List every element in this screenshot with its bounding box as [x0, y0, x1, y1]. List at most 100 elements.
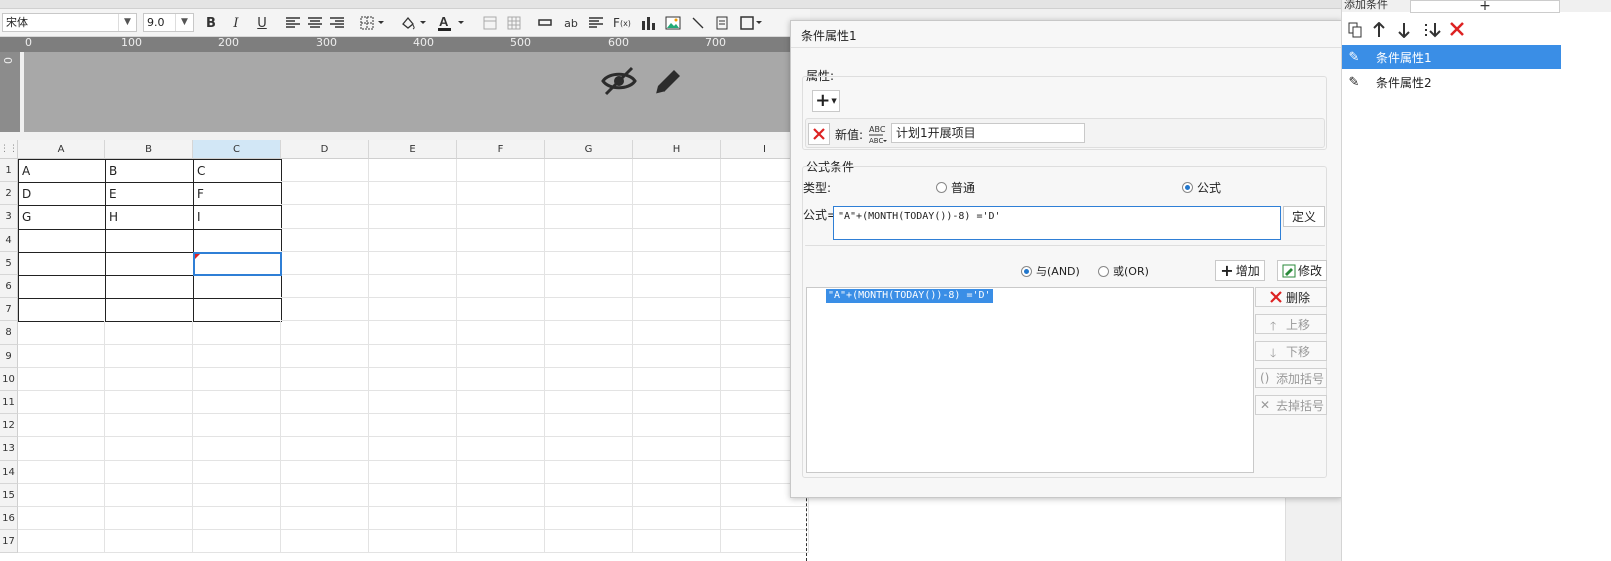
grid-cell[interactable] — [281, 367, 369, 391]
grid-cell[interactable] — [18, 530, 105, 554]
grid-cell[interactable] — [369, 344, 457, 368]
grid-cell[interactable] — [18, 414, 105, 438]
grid-cell[interactable] — [633, 530, 721, 554]
grid-cell[interactable] — [457, 321, 545, 345]
grid-cell[interactable] — [369, 298, 457, 322]
grid-cell[interactable] — [281, 483, 369, 507]
move-bottom-icon[interactable] — [1424, 22, 1442, 42]
grid-cell[interactable] — [545, 483, 633, 507]
grid-cell[interactable] — [18, 321, 105, 345]
grid-cell[interactable] — [545, 159, 633, 183]
grid-cell[interactable] — [633, 275, 721, 299]
grid-cell[interactable] — [281, 182, 369, 206]
grid-cell[interactable] — [457, 275, 545, 299]
grid-cell[interactable] — [105, 321, 193, 345]
new-value-input[interactable]: 计划1开展项目 — [891, 123, 1085, 143]
grid-cell[interactable] — [105, 391, 193, 415]
arrow-up-icon[interactable] — [1373, 21, 1385, 42]
pencil-icon[interactable] — [652, 66, 684, 101]
condition-item[interactable]: ✎ 条件属性1 — [1342, 45, 1561, 69]
condition-list-item[interactable]: "A"+(MONTH(TODAY())-8) ='D' — [826, 289, 993, 303]
row-header[interactable]: 12 — [0, 414, 18, 438]
row-header[interactable]: 5 — [0, 251, 18, 275]
grid-cell[interactable] — [457, 391, 545, 415]
grid-cell[interactable] — [281, 159, 369, 183]
column-header[interactable]: D — [281, 140, 369, 159]
grid-cell[interactable]: D — [18, 182, 106, 207]
grid-cell[interactable] — [633, 367, 721, 391]
grid-cell[interactable] — [457, 437, 545, 461]
add-condition-tab[interactable]: + — [1410, 0, 1560, 13]
grid-cell[interactable] — [105, 437, 193, 461]
grid-cell[interactable] — [457, 367, 545, 391]
grid-cell[interactable] — [633, 228, 721, 252]
grid-cell[interactable] — [545, 182, 633, 206]
grid-cell[interactable] — [545, 228, 633, 252]
grid-cell[interactable] — [457, 414, 545, 438]
grid-cell[interactable] — [545, 437, 633, 461]
grid-cell[interactable] — [369, 275, 457, 299]
text-type-icon[interactable]: ab — [563, 11, 579, 35]
grid-cell[interactable] — [369, 437, 457, 461]
paragraph-icon[interactable] — [588, 11, 604, 35]
grid-cell[interactable] — [105, 275, 194, 300]
grid-cell[interactable]: I — [193, 205, 282, 230]
grid-cell[interactable] — [633, 437, 721, 461]
grid-cell[interactable] — [633, 321, 721, 345]
wrap-icon[interactable] — [537, 11, 553, 35]
grid-cell[interactable] — [105, 251, 194, 276]
grid-cell[interactable]: G — [18, 205, 106, 230]
remove-attribute-button[interactable] — [808, 123, 830, 145]
grid-cell[interactable] — [281, 275, 369, 299]
grid-cell[interactable] — [281, 321, 369, 345]
grid-cell[interactable] — [193, 228, 282, 253]
row-header[interactable]: 10 — [0, 367, 18, 391]
grid-cell[interactable] — [633, 205, 721, 229]
slash-icon[interactable] — [690, 11, 706, 35]
grid-cell[interactable] — [457, 460, 545, 484]
grid-cell[interactable] — [18, 344, 105, 368]
row-header[interactable]: 14 — [0, 460, 18, 484]
grid-cell[interactable] — [457, 530, 545, 554]
grid-cell[interactable] — [105, 530, 193, 554]
column-header[interactable]: C — [193, 140, 281, 159]
column-header[interactable]: G — [545, 140, 633, 159]
grid-cell[interactable]: A — [18, 159, 106, 184]
row-header[interactable]: 17 — [0, 530, 18, 554]
grid-cell[interactable] — [105, 483, 193, 507]
grid-cell[interactable] — [193, 437, 281, 461]
grid-cell[interactable] — [281, 460, 369, 484]
delete-icon[interactable] — [1450, 22, 1464, 40]
row-header[interactable]: 4 — [0, 228, 18, 252]
grid-cell[interactable]: H — [105, 205, 194, 230]
grid-cell[interactable] — [105, 414, 193, 438]
row-header[interactable]: 7 — [0, 298, 18, 322]
grid-cell[interactable] — [18, 483, 105, 507]
grid-cell[interactable] — [193, 414, 281, 438]
grid-cell[interactable] — [281, 205, 369, 229]
grid-cell[interactable] — [193, 298, 282, 323]
grid-cell[interactable] — [193, 344, 281, 368]
image-icon[interactable] — [664, 11, 682, 35]
arrow-down-icon[interactable] — [1398, 22, 1410, 42]
grid-cell[interactable] — [633, 391, 721, 415]
grid-cell[interactable] — [369, 321, 457, 345]
grid-cell[interactable] — [18, 367, 105, 391]
grid-cell[interactable] — [281, 228, 369, 252]
grid-cell[interactable] — [545, 530, 633, 554]
grid-cell[interactable]: E — [105, 182, 194, 207]
modify-condition-button[interactable]: 修改 — [1277, 260, 1327, 281]
grid-cell[interactable] — [281, 507, 369, 531]
grid-cell[interactable] — [633, 344, 721, 368]
grid-cell[interactable] — [457, 483, 545, 507]
grid-cell[interactable] — [105, 344, 193, 368]
grid-cell[interactable] — [457, 159, 545, 183]
grid-cell[interactable] — [18, 460, 105, 484]
add-attribute-button[interactable]: + ▼ — [812, 90, 840, 112]
grid-cell[interactable] — [633, 414, 721, 438]
grid-corner[interactable]: ⋮⋮ — [0, 140, 18, 159]
fill-color-icon[interactable] — [398, 11, 428, 35]
grid-cell[interactable] — [457, 507, 545, 531]
add-parenthesis-button[interactable]: () 添加括号 — [1255, 368, 1327, 388]
grid-cell[interactable] — [281, 414, 369, 438]
